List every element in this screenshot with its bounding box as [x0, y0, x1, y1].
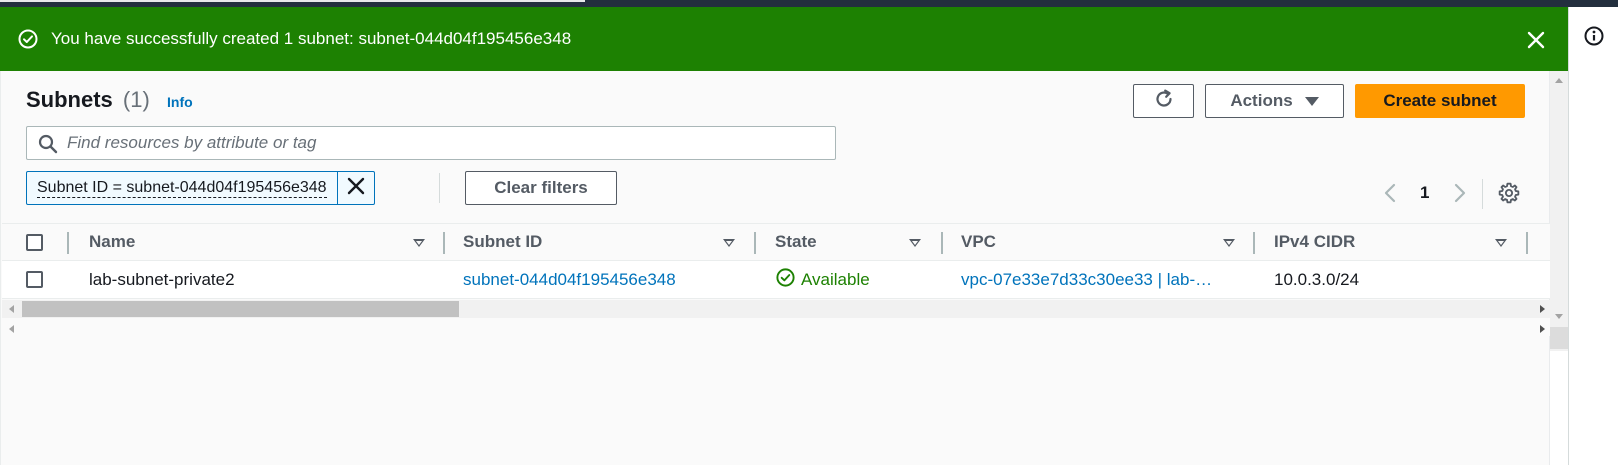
scroll-right-arrow-icon[interactable]	[1540, 325, 1545, 333]
create-subnet-button[interactable]: Create subnet	[1355, 84, 1525, 118]
horizontal-scroll-track[interactable]	[2, 300, 1551, 318]
column-header-name[interactable]: Name	[89, 224, 135, 260]
title-count: (1)	[122, 87, 150, 112]
scroll-corner	[1550, 327, 1568, 349]
caret-down-icon	[1304, 96, 1319, 106]
column-divider[interactable]	[1253, 232, 1255, 254]
select-all-checkbox[interactable]	[26, 233, 43, 251]
subnets-table-panel: Subnets (1) Info Actions Create subnet F…	[0, 71, 1568, 465]
sort-caret-icon[interactable]	[723, 239, 735, 247]
search-icon	[38, 134, 58, 159]
column-header-ipv4-cidr[interactable]: IPv4 CIDR	[1274, 224, 1355, 260]
page-number[interactable]: 1	[1420, 183, 1429, 203]
column-divider[interactable]	[941, 232, 943, 254]
sort-caret-icon[interactable]	[413, 239, 425, 247]
sort-caret-icon[interactable]	[1495, 239, 1507, 247]
cell-subnet-id-link[interactable]: subnet-044d04f195456e348	[463, 261, 676, 298]
cell-vpc-link[interactable]: vpc-07e33e7d33c30ee33 | lab-…	[961, 261, 1212, 298]
table-row[interactable]: lab-subnet-private2 subnet-044d04f195456…	[2, 261, 1551, 299]
search-input[interactable]	[67, 131, 807, 155]
sort-caret-icon[interactable]	[1223, 239, 1235, 247]
state-text: Available	[801, 269, 870, 289]
scroll-left-arrow-icon[interactable]	[9, 325, 14, 333]
vertical-scrollbar[interactable]	[1550, 71, 1568, 351]
cell-name: lab-subnet-private2	[89, 269, 235, 289]
subnets-page: You have successfully created 1 subnet: …	[0, 0, 1618, 465]
column-header-state[interactable]: State	[775, 224, 817, 260]
page-title: Subnets (1)	[26, 87, 150, 113]
horizontal-scroll-thumb[interactable]	[22, 301, 459, 317]
clear-filters-label: Clear filters	[494, 178, 588, 197]
column-header-subnet-id[interactable]: Subnet ID	[463, 224, 542, 260]
chevron-right-icon[interactable]	[1453, 183, 1467, 208]
close-icon	[346, 176, 366, 201]
close-icon[interactable]	[1524, 28, 1548, 52]
chevron-left-icon[interactable]	[1383, 183, 1397, 208]
actions-dropdown-button[interactable]: Actions	[1205, 84, 1344, 118]
filter-token-label[interactable]: Subnet ID = subnet-044d04f195456e348	[27, 172, 337, 204]
title-text: Subnets	[26, 87, 113, 112]
panel-content: Subnets (1) Info Actions Create subnet F…	[0, 71, 1551, 465]
column-divider[interactable]	[443, 232, 445, 254]
sort-caret-icon[interactable]	[909, 239, 921, 247]
subnets-table: Name Subnet ID State VPC IPv4 CIDR lab-s…	[2, 223, 1551, 299]
scroll-right-arrow-icon[interactable]	[1540, 305, 1545, 313]
cell-state: Available	[775, 261, 870, 298]
scroll-left-arrow-icon[interactable]	[9, 305, 14, 313]
refresh-button[interactable]	[1133, 84, 1194, 118]
remove-filter-button[interactable]	[336, 172, 374, 204]
actions-label: Actions	[1230, 91, 1293, 110]
gear-icon[interactable]	[1498, 182, 1520, 209]
browser-top-strip	[0, 0, 1618, 7]
success-flash-banner: You have successfully created 1 subnet: …	[0, 7, 1568, 71]
scroll-up-arrow-icon[interactable]	[1555, 78, 1563, 83]
pager-divider	[1482, 179, 1483, 209]
refresh-icon	[1153, 88, 1175, 115]
column-divider[interactable]	[1526, 232, 1528, 254]
check-circle-icon	[17, 28, 39, 55]
info-link[interactable]: Info	[167, 94, 193, 110]
create-subnet-label: Create subnet	[1383, 91, 1497, 110]
column-divider[interactable]	[754, 232, 756, 254]
help-rail	[1568, 7, 1618, 465]
column-divider	[67, 232, 69, 254]
top-strip-accent	[0, 0, 585, 2]
row-select-cell	[26, 261, 43, 298]
filter-token: Subnet ID = subnet-044d04f195456e348	[26, 171, 375, 205]
search-box	[26, 126, 836, 160]
cell-ipv4-cidr: 10.0.3.0/24	[1274, 269, 1360, 289]
row-checkbox[interactable]	[26, 271, 43, 288]
check-circle-icon	[775, 267, 796, 293]
info-icon[interactable]	[1583, 25, 1605, 52]
column-header-vpc[interactable]: VPC	[961, 224, 996, 260]
table-header-row: Name Subnet ID State VPC IPv4 CIDR	[2, 223, 1551, 261]
filter-divider	[439, 173, 440, 203]
filter-token-text: Subnet ID = subnet-044d04f195456e348	[37, 179, 327, 198]
flash-message: You have successfully created 1 subnet: …	[51, 29, 572, 48]
scroll-down-arrow-icon[interactable]	[1555, 314, 1563, 319]
clear-filters-button[interactable]: Clear filters	[465, 171, 617, 205]
horizontal-scrollbar[interactable]	[2, 300, 1551, 336]
select-all-cell	[26, 224, 43, 260]
